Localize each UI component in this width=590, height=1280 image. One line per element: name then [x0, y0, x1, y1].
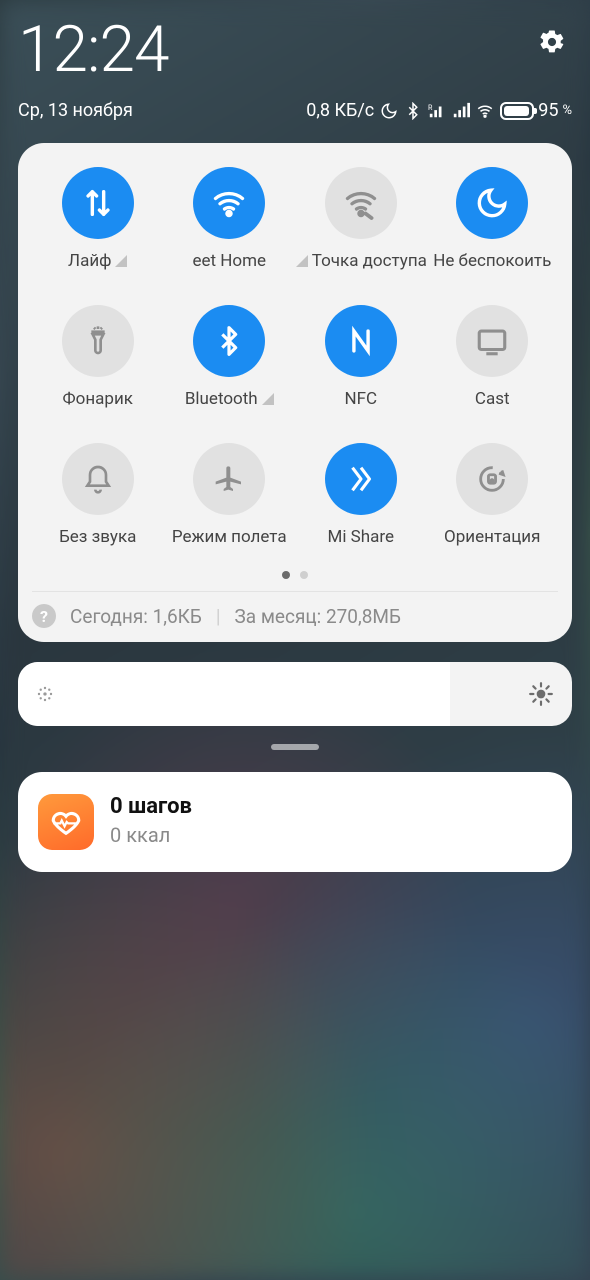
- page-indicator[interactable]: [32, 571, 558, 579]
- page-dot-1: [282, 571, 290, 579]
- wifi-status-icon: [476, 102, 494, 120]
- notification-text: 0 шагов 0 ккал: [110, 794, 192, 847]
- qs-tile-label: Точка доступа: [296, 251, 426, 271]
- bluetooth-status-icon: [404, 102, 422, 120]
- svg-text:R: R: [428, 103, 433, 112]
- qs-tile-nfc[interactable]: NFC: [295, 305, 427, 409]
- usage-separator: |: [216, 605, 221, 628]
- date-label: Ср, 13 ноября: [18, 100, 133, 121]
- quick-settings-panel: Лайф eet Home Точка доступа Не беспокоить Фо…: [18, 143, 572, 642]
- qs-tile-label: Ориентация: [444, 527, 540, 547]
- qs-tile-label: NFC: [344, 389, 377, 409]
- battery-pct-suffix: %: [562, 103, 572, 118]
- health-app-icon: [38, 794, 94, 850]
- qs-tile-label: Фонарик: [63, 389, 133, 409]
- qs-tile-label: Режим полета: [172, 527, 287, 547]
- drag-handle[interactable]: [271, 744, 319, 750]
- airplane-icon: [193, 443, 265, 515]
- qs-tile-mobile-data[interactable]: Лайф: [32, 167, 164, 271]
- brightness-low-icon: [36, 685, 54, 703]
- qs-tile-label: Bluetooth: [185, 389, 274, 409]
- net-speed: 0,8 КБ/с: [306, 100, 374, 121]
- signal-1-icon: R: [428, 102, 446, 120]
- qs-tile-airplane[interactable]: Режим полета: [164, 443, 296, 547]
- dnd-icon: [456, 167, 528, 239]
- moon-icon: [380, 102, 398, 120]
- bluetooth-icon: [193, 305, 265, 377]
- battery-pct: 95: [538, 100, 558, 121]
- battery-icon: [500, 102, 534, 120]
- notification-shade: 12:24 Ср, 13 ноября 0,8 КБ/с R 95 % Лайф…: [0, 0, 590, 872]
- data-usage-bar[interactable]: ? Сегодня: 1,6КБ | За месяц: 270,8МБ: [32, 591, 558, 628]
- hotspot-icon: [325, 167, 397, 239]
- gear-icon: [538, 28, 566, 56]
- brightness-high-icon: [528, 681, 554, 707]
- clock: 12:24: [18, 18, 168, 82]
- notification-card[interactable]: 0 шагов 0 ккал: [18, 772, 572, 872]
- question-icon: ?: [32, 604, 56, 628]
- qs-tile-bluetooth[interactable]: Bluetooth: [164, 305, 296, 409]
- qs-tile-rotation[interactable]: Ориентация: [427, 443, 559, 547]
- qs-tile-label: Лайф: [68, 251, 127, 271]
- mobile-data-icon: [62, 167, 134, 239]
- qs-tile-label: eet Home: [192, 251, 266, 271]
- status-icons: 0,8 КБ/с R 95 %: [306, 100, 572, 121]
- settings-button[interactable]: [538, 28, 566, 56]
- wifi-icon: [193, 167, 265, 239]
- qs-tile-silent[interactable]: Без звука: [32, 443, 164, 547]
- notification-title: 0 шагов: [110, 794, 192, 819]
- silent-icon: [62, 443, 134, 515]
- notification-subtitle: 0 ккал: [110, 823, 192, 847]
- qs-tile-label: Без звука: [59, 527, 136, 547]
- signal-2-icon: [452, 102, 470, 120]
- page-dot-2: [300, 571, 308, 579]
- shade-subheader: Ср, 13 ноября 0,8 КБ/с R 95 %: [18, 100, 572, 121]
- usage-today-label: Сегодня:: [70, 605, 148, 628]
- nfc-icon: [325, 305, 397, 377]
- qs-tile-dnd[interactable]: Не беспокоить: [427, 167, 559, 271]
- shade-header: 12:24: [18, 18, 572, 82]
- qs-tile-flashlight[interactable]: Фонарик: [32, 305, 164, 409]
- qs-tile-label: Cast: [475, 389, 510, 409]
- usage-month-value: 270,8МБ: [326, 605, 401, 628]
- qs-tile-wifi[interactable]: eet Home: [164, 167, 296, 271]
- rotation-icon: [456, 443, 528, 515]
- usage-month-label: За месяц:: [235, 605, 322, 628]
- cast-icon: [456, 305, 528, 377]
- qs-tile-mishare[interactable]: Mi Share: [295, 443, 427, 547]
- qs-tile-label: Mi Share: [327, 527, 394, 547]
- flashlight-icon: [62, 305, 134, 377]
- brightness-slider[interactable]: [18, 662, 572, 726]
- usage-today-value: 1,6КБ: [153, 605, 202, 628]
- mishare-icon: [325, 443, 397, 515]
- qs-tile-label: Не беспокоить: [433, 251, 551, 271]
- brightness-fill: [18, 662, 450, 726]
- qs-tile-hotspot[interactable]: Точка доступа: [295, 167, 427, 271]
- qs-tile-cast[interactable]: Cast: [427, 305, 559, 409]
